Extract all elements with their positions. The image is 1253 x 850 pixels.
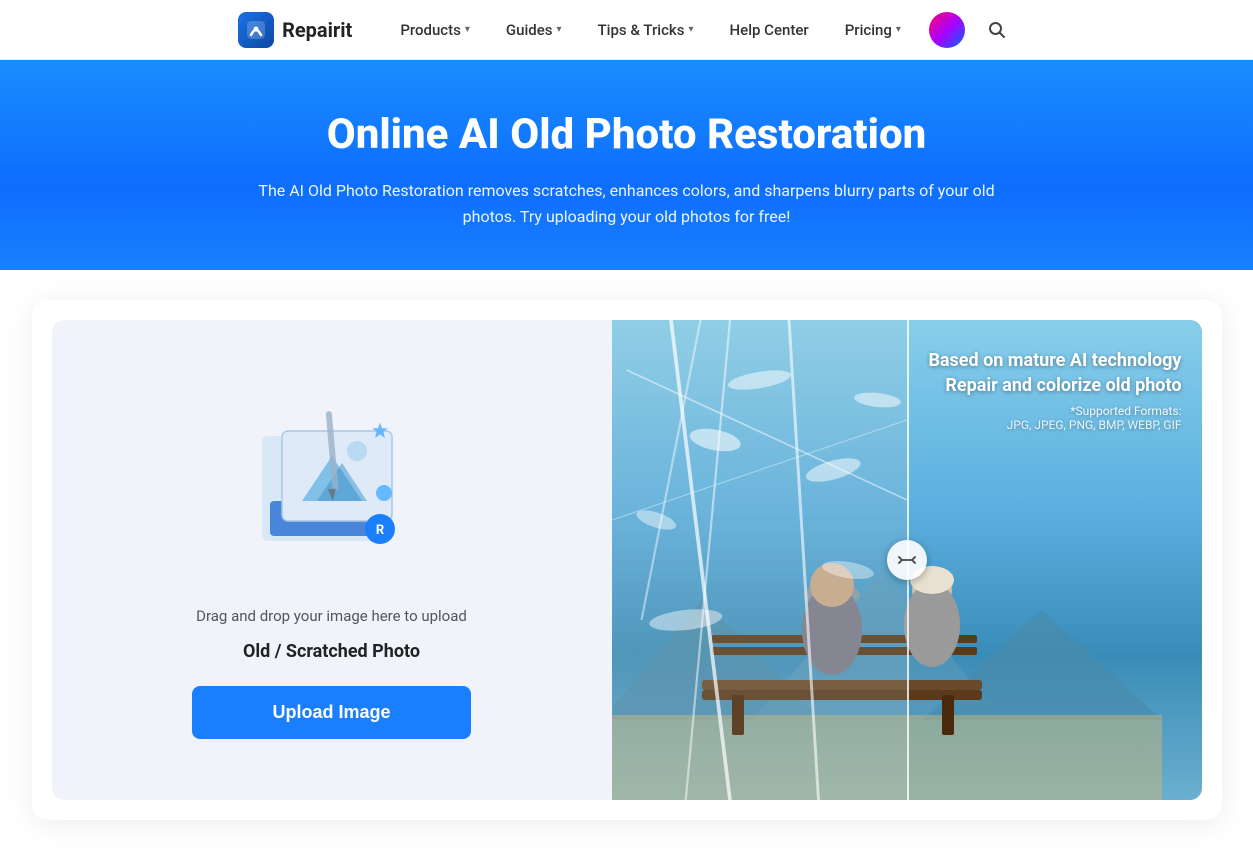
preview-formats-label: *Supported Formats: [928, 404, 1181, 418]
chevron-down-icon: ▾ [688, 24, 693, 35]
chevron-down-icon: ▾ [465, 24, 470, 35]
search-button[interactable] [979, 12, 1015, 48]
nav-item-tips-tricks[interactable]: Tips & Tricks ▾ [580, 0, 712, 60]
navbar: Repairit Products ▾ Guides ▾ Tips & Tric… [0, 0, 1253, 60]
upload-illustration: R [232, 381, 432, 581]
upload-image-button[interactable]: Upload Image [192, 686, 470, 739]
hero-subtitle: The AI Old Photo Restoration removes scr… [252, 178, 1002, 229]
chevron-down-icon: ▾ [556, 24, 561, 35]
logo-icon [238, 12, 274, 48]
preview-line1: Based on mature AI technology [928, 350, 1181, 371]
nav-item-pricing[interactable]: Pricing ▾ [827, 0, 919, 60]
nav-label-help: Help Center [730, 21, 809, 39]
upload-panel: R Drag and drop your image here to uploa… [52, 320, 612, 800]
hero-section: Online AI Old Photo Restoration The AI O… [0, 60, 1253, 270]
comparison-slider-handle[interactable] [887, 540, 927, 580]
preview-formats-list: JPG, JPEG, PNG, BMP, WEBP, GIF [928, 418, 1181, 432]
upload-photo-label: Old / Scratched Photo [243, 641, 420, 662]
preview-text-overlay: Based on mature AI technology Repair and… [928, 350, 1181, 432]
nav-label-guides: Guides [506, 21, 553, 39]
nav-item-guides[interactable]: Guides ▾ [488, 0, 580, 60]
nav-label-pricing: Pricing [845, 21, 892, 39]
nav-label-products: Products [400, 21, 461, 39]
preview-line2: Repair and colorize old photo [928, 375, 1181, 396]
hero-title: Online AI Old Photo Restoration [20, 110, 1233, 160]
logo[interactable]: Repairit [238, 12, 352, 48]
nav-item-products[interactable]: Products ▾ [382, 0, 488, 60]
chevron-down-icon: ▾ [896, 24, 901, 35]
logo-label: Repairit [282, 18, 352, 42]
nav-label-tips: Tips & Tricks [598, 21, 685, 39]
user-avatar[interactable] [929, 12, 965, 48]
svg-text:R: R [375, 523, 384, 538]
nav-item-help-center[interactable]: Help Center [712, 0, 827, 60]
upload-drag-text: Drag and drop your image here to upload [196, 607, 467, 625]
main-card: R Drag and drop your image here to uploa… [32, 300, 1222, 820]
preview-panel: Based on mature AI technology Repair and… [612, 320, 1202, 800]
